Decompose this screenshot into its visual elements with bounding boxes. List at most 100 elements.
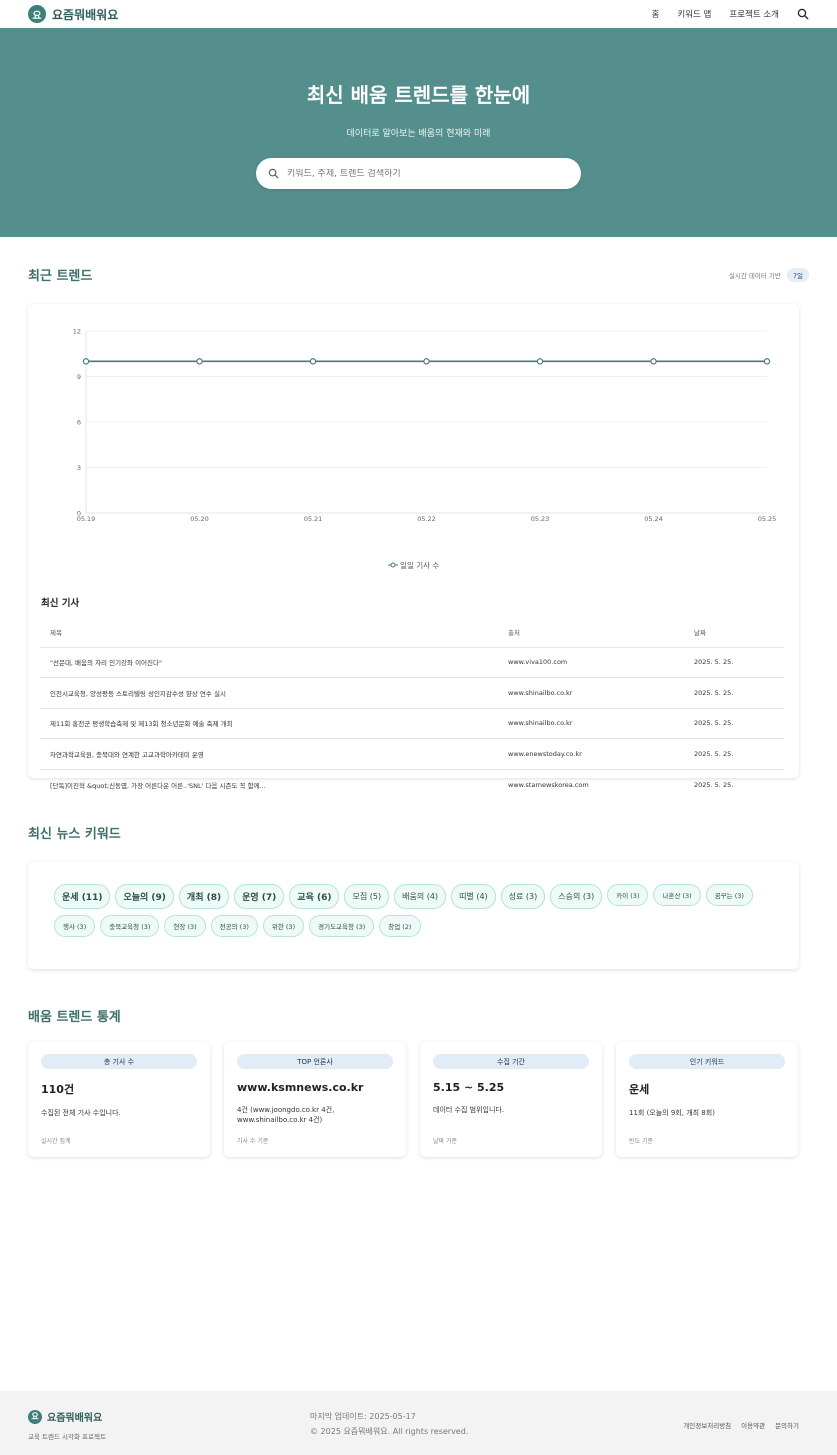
chart-legend[interactable]: 일일 기사 수 [28, 560, 799, 571]
article-source: www.shinailbo.co.kr [498, 677, 684, 709]
realtime-label: 실시간 데이터 기반 [728, 271, 781, 280]
nav-home[interactable]: 홈 [652, 8, 660, 20]
articles-body: "선문대, 배움의 자리 인기강좌 이어진다" www.viva100.com 20… [40, 647, 784, 800]
keyword-chip[interactable]: 위한 (3) [262, 915, 305, 937]
table-header-row: 제목 출처 날짜 [40, 618, 784, 648]
footer-brand-block: 요 요즘뭐배워요 교육 트렌드 시각화 프로젝트 [28, 1409, 310, 1455]
col-title: 제목 [40, 618, 498, 648]
article-source: www.enewstoday.co.kr [498, 738, 684, 770]
table-row[interactable]: [단독]이진혁 &quot;신동엽, 가장 어른다운 어른..'SNL' 다음 … [40, 769, 784, 800]
article-date: 2025. 5. 25. [684, 738, 784, 770]
footer-link-terms[interactable]: 이용약관 [741, 1420, 765, 1455]
brand-name: 요즘뭐배워요 [52, 7, 119, 22]
keyword-chip[interactable]: 전공의 (3) [210, 915, 258, 937]
recent-trends-card: 0 3 6 9 12 05.19 05.20 05.21 05.22 05.23 05.24 05.2… [28, 304, 799, 790]
keyword-chip[interactable]: 모집 (5) [344, 884, 390, 909]
recent-trends-meta: 실시간 데이터 기반 7일 [728, 267, 809, 282]
keyword-chip[interactable]: 경기도교육청 (3) [309, 915, 375, 937]
y-tick-label: 12 [73, 328, 81, 336]
stat-label: 인기 키워드 [629, 1054, 785, 1069]
article-date: 2025. 5. 25. [684, 647, 784, 678]
keyword-chip[interactable]: 현장 (3) [164, 915, 206, 937]
y-tick-label: 3 [77, 464, 81, 472]
keyword-chip[interactable]: 성료 (3) [500, 884, 546, 909]
stat-card: 인기 키워드 운세 11회 (오늘의 9회, 개최 8회) 빈도 기준 [616, 1042, 798, 1157]
chart-svg: 03691205.19 05.20 05.21 05.22 05.23 05.24 05.2… [73, 328, 777, 524]
keywords-title: 최신 뉴스 키워드 [28, 827, 121, 842]
brand-logo[interactable]: 요 요즘뭐배워요 [28, 5, 118, 23]
x-tick-label: 05.22 [417, 515, 436, 523]
keyword-chip[interactable]: 운세 (11) [54, 884, 111, 909]
keyword-chip[interactable]: 스승의 (3) [550, 884, 603, 909]
data-point [763, 358, 771, 365]
logo-icon: 요 [28, 5, 46, 23]
keywords-header: 최신 뉴스 키워드 [0, 823, 837, 842]
stat-description: 11회 (오늘의 9회, 개최 8회) [629, 1109, 715, 1117]
article-source: www.starnewskorea.com [508, 780, 589, 789]
nav-keyword-map[interactable]: 키워드 맵 [677, 8, 711, 20]
hero-search-input[interactable] [287, 168, 569, 179]
table-row[interactable]: 제11회 홍천군 평생학습축제 및 제13회 청소년문화 예술 축제 개최 www… [40, 708, 784, 739]
article-title[interactable]: 인천시교육청, 양성평등 스토리텔링 성인지감수성 향상 연수 실시 [40, 677, 498, 709]
footer-links: 개인정보처리방침 이용약관 문의하기 [683, 1409, 799, 1455]
keyword-chip[interactable]: 띠별 (4) [451, 884, 496, 909]
article-date: 2025. 5. 25. [684, 708, 784, 739]
nav-project-intro[interactable]: 프로젝트 소개 [729, 8, 779, 20]
nav-links: 홈 키워드 맵 프로젝트 소개 [652, 8, 809, 20]
hero-title: 최신 배움 트렌드를 한눈에 [306, 83, 531, 107]
recent-trends-title: 최근 트렌드 [28, 269, 93, 284]
x-tick-label: 05.25 [758, 515, 777, 523]
stat-label: TOP 언론사 [237, 1054, 393, 1069]
footer-link-privacy[interactable]: 개인정보처리방침 [683, 1420, 731, 1455]
col-source: 출처 [498, 618, 684, 648]
x-tick-label: 05.21 [304, 515, 323, 523]
footer-link-contact[interactable]: 문의하기 [775, 1420, 799, 1455]
stat-footnote: 날짜 기준 [433, 1138, 457, 1145]
data-point [536, 358, 544, 365]
latest-articles-title: 최신 기사 [41, 598, 80, 609]
keyword-chip[interactable]: 운영 (7) [234, 884, 285, 909]
keyword-chip[interactable]: 나혼산 (3) [653, 884, 701, 906]
article-source: www.shinailbo.co.kr [498, 708, 684, 739]
article-title[interactable]: "선문대, 배움의 자리 인기강좌 이어진다" [40, 647, 498, 678]
stats-cards: 총 기사 수 110건 수집된 전체 기사 수입니다. 실시간 집계 TOP 언론사 ww… [0, 1042, 837, 1157]
keyword-chip[interactable]: 충북교육청 (3) [100, 915, 160, 937]
keyword-chip[interactable]: 카이 (3) [607, 884, 649, 906]
period-badge[interactable]: 7일 [786, 267, 809, 282]
legend-line-icon [387, 562, 398, 568]
table-row[interactable]: 자연과학교육원, 충북대와 연계한 고교과학아카데미 운영 www.enewsto… [40, 738, 784, 770]
table-row[interactable]: "선문대, 배움의 자리 인기강좌 이어진다" www.viva100.com 20… [40, 647, 784, 678]
keyword-chip[interactable]: 행사 (3) [54, 915, 96, 937]
stat-value: 110건 [41, 1083, 75, 1096]
keyword-chip[interactable]: 오늘의 (9) [115, 884, 174, 909]
hero-search-box[interactable] [256, 158, 581, 189]
article-title[interactable]: 자연과학교육원, 충북대와 연계한 고교과학아카데미 운영 [40, 738, 498, 770]
stat-card: 수집 기간 5.15 ~ 5.25 데이터 수집 범위입니다. 날짜 기준 [420, 1042, 602, 1157]
footer-brand-name: 요즘뭐배워요 [47, 1413, 103, 1424]
article-date: 2025. 5. 25. [684, 677, 784, 709]
keywords-card: 운세 (11) 오늘의 (9) 개최 (8) 운영 (7) 교육 (6) 모집 (5) 배움… [28, 862, 799, 969]
keyword-chip[interactable]: 개최 (8) [178, 884, 230, 909]
footer-copyright: © 2025 요즘뭐배워요. All rights reserved. [310, 1427, 469, 1436]
stat-label: 수집 기간 [433, 1054, 589, 1069]
articles-table: 제목 출처 날짜 "선문대, 배움의 자리 인기강좌 이어진다" www.viva… [40, 618, 784, 800]
search-icon[interactable] [797, 8, 809, 20]
stat-description: 수집된 전체 기사 수입니다. [41, 1109, 121, 1117]
col-date: 날짜 [684, 618, 784, 648]
article-title[interactable]: [단독]이진혁 &quot;신동엽, 가장 어른다운 어른..'SNL' 다음 … [40, 769, 498, 800]
keyword-chip[interactable]: 배움의 (4) [394, 884, 447, 909]
keyword-chip[interactable]: 창업 (2) [379, 915, 421, 937]
keyword-chip[interactable]: 꿈꾸는 (3) [705, 884, 753, 906]
x-tick-label: 05.23 [531, 515, 550, 523]
article-source: www.viva100.com [498, 647, 684, 678]
keyword-chip[interactable]: 교육 (6) [289, 884, 340, 909]
line-chart: 0 3 6 9 12 05.19 05.20 05.21 05.22 05.23 05.24 05.2… [28, 310, 799, 560]
article-title[interactable]: 제11회 홍천군 평생학습축제 및 제13회 청소년문화 예술 축제 개최 [40, 708, 498, 739]
search-icon [268, 168, 279, 179]
footer: 요 요즘뭐배워요 교육 트렌드 시각화 프로젝트 마지막 업데이트: 2025-… [0, 1391, 837, 1455]
stat-card: 총 기사 수 110건 수집된 전체 기사 수입니다. 실시간 집계 [28, 1042, 210, 1157]
footer-updated: 마지막 업데이트: 2025-05-17 [310, 1412, 416, 1421]
footer-brand[interactable]: 요 요즘뭐배워요 [28, 1409, 310, 1424]
stat-footnote: 빈도 기준 [629, 1138, 653, 1145]
table-row[interactable]: 인천시교육청, 양성평등 스토리텔링 성인지감수성 향상 연수 실시 www.sh… [40, 677, 784, 709]
